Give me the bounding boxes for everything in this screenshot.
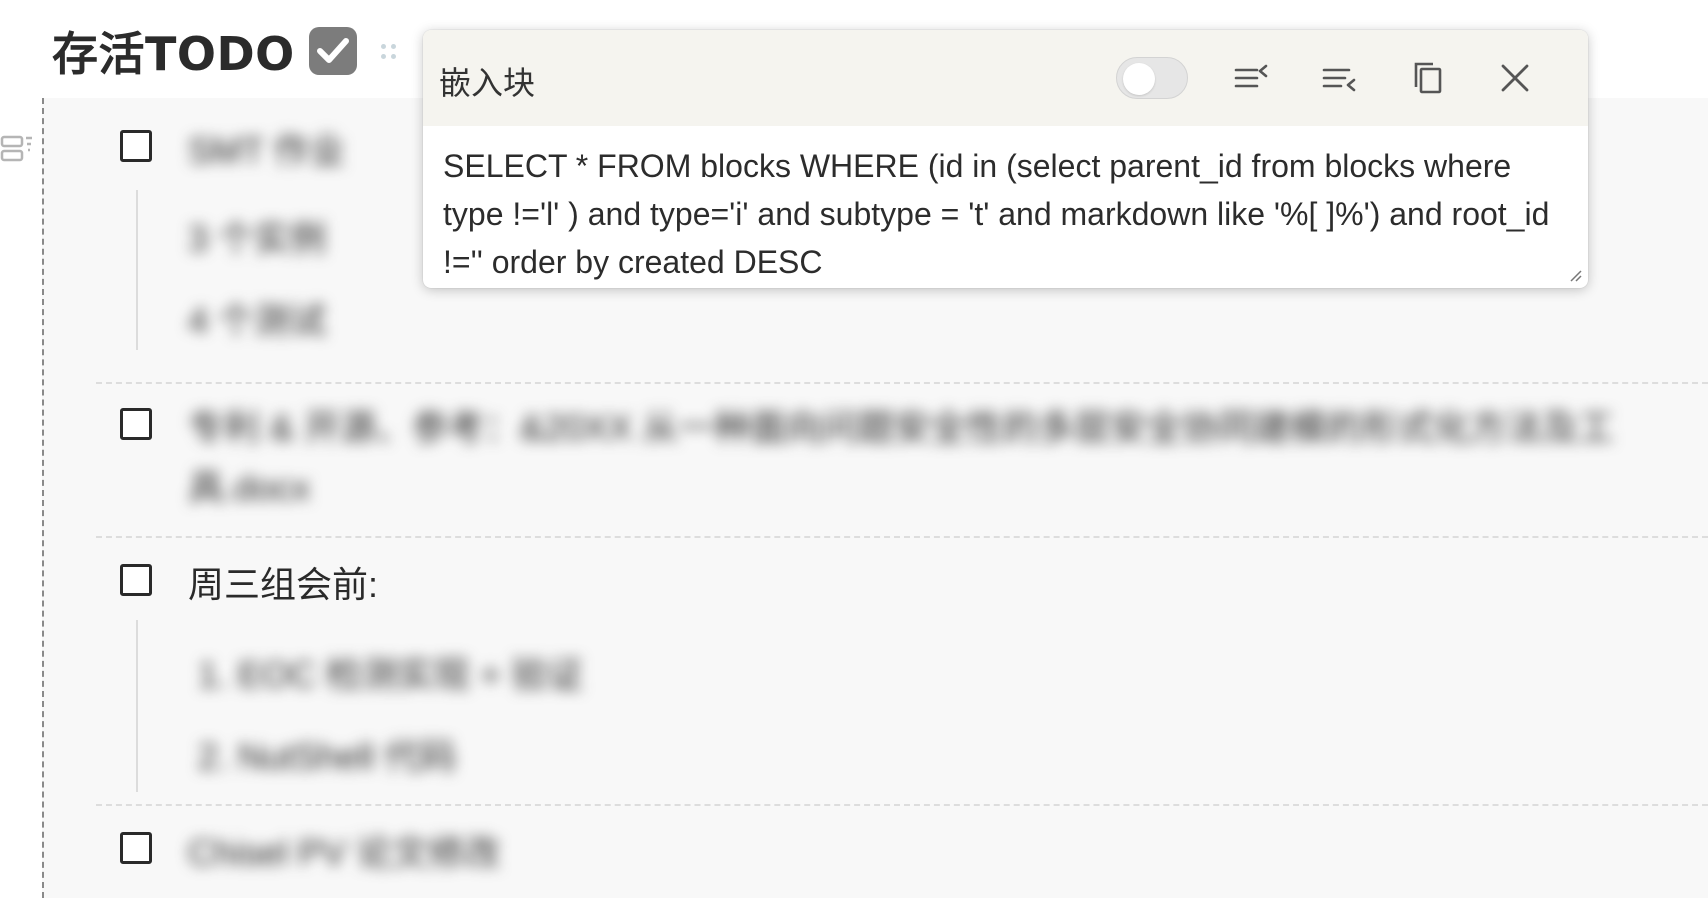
heading-title: 存活TODO (52, 27, 295, 81)
child-item-label: 1. EOC 检测实现 + 验证 (198, 654, 584, 695)
popover-header: 嵌入块 (423, 30, 1588, 126)
collapse-icon[interactable] (1229, 56, 1273, 100)
document-heading: 存活TODO (52, 18, 401, 84)
page: 存活TODO SMT 作业 3 个实例 4 个测试 专利 & 开源、参考：&20… (0, 0, 1708, 916)
popover-title: 嵌入块 (439, 64, 536, 102)
item-separator (96, 382, 1708, 384)
todo-checkbox[interactable] (120, 408, 152, 440)
close-icon[interactable] (1493, 56, 1537, 100)
expand-icon[interactable] (1317, 56, 1361, 100)
todo-item-label: Chisel PV 论文修改 (188, 832, 501, 873)
block-gutter-icon[interactable] (0, 134, 34, 164)
resize-handle-icon[interactable] (1566, 266, 1582, 282)
item-separator (96, 804, 1708, 806)
sql-query-editor[interactable]: SELECT * FROM blocks WHERE (id in (selec… (423, 126, 1588, 288)
child-item-label: 2. NutShell 代码 (198, 736, 457, 777)
todo-checkbox[interactable] (120, 832, 152, 864)
todo-checkbox[interactable] (120, 564, 152, 596)
todo-item-label: SMT 作业 (188, 130, 346, 171)
todo-item-label: 周三组会前: (188, 564, 379, 605)
child-indent-line (136, 190, 138, 350)
child-indent-line (136, 620, 138, 792)
toggle-knob (1123, 63, 1155, 95)
child-item-label: 3 个实例 (188, 218, 327, 259)
todo-item-label: 专利 & 开源、参考：&20XX 从一种面向问题安全性的多层安全协同建模的形式化… (188, 407, 1615, 508)
breadcrumb-toggle[interactable] (1116, 57, 1188, 99)
copy-icon[interactable] (1406, 56, 1450, 100)
drag-handle-icon[interactable] (380, 40, 401, 62)
item-separator (96, 536, 1708, 538)
sql-query-text[interactable]: SELECT * FROM blocks WHERE (id in (selec… (443, 142, 1568, 286)
embed-block-query-popover: 嵌入块 SELECT * FROM blocks WHERE (id in (s… (423, 30, 1588, 288)
todo-checkbox[interactable] (120, 130, 152, 162)
child-item-label: 4 个测试 (188, 300, 327, 341)
check-mark-button-icon (308, 27, 357, 75)
